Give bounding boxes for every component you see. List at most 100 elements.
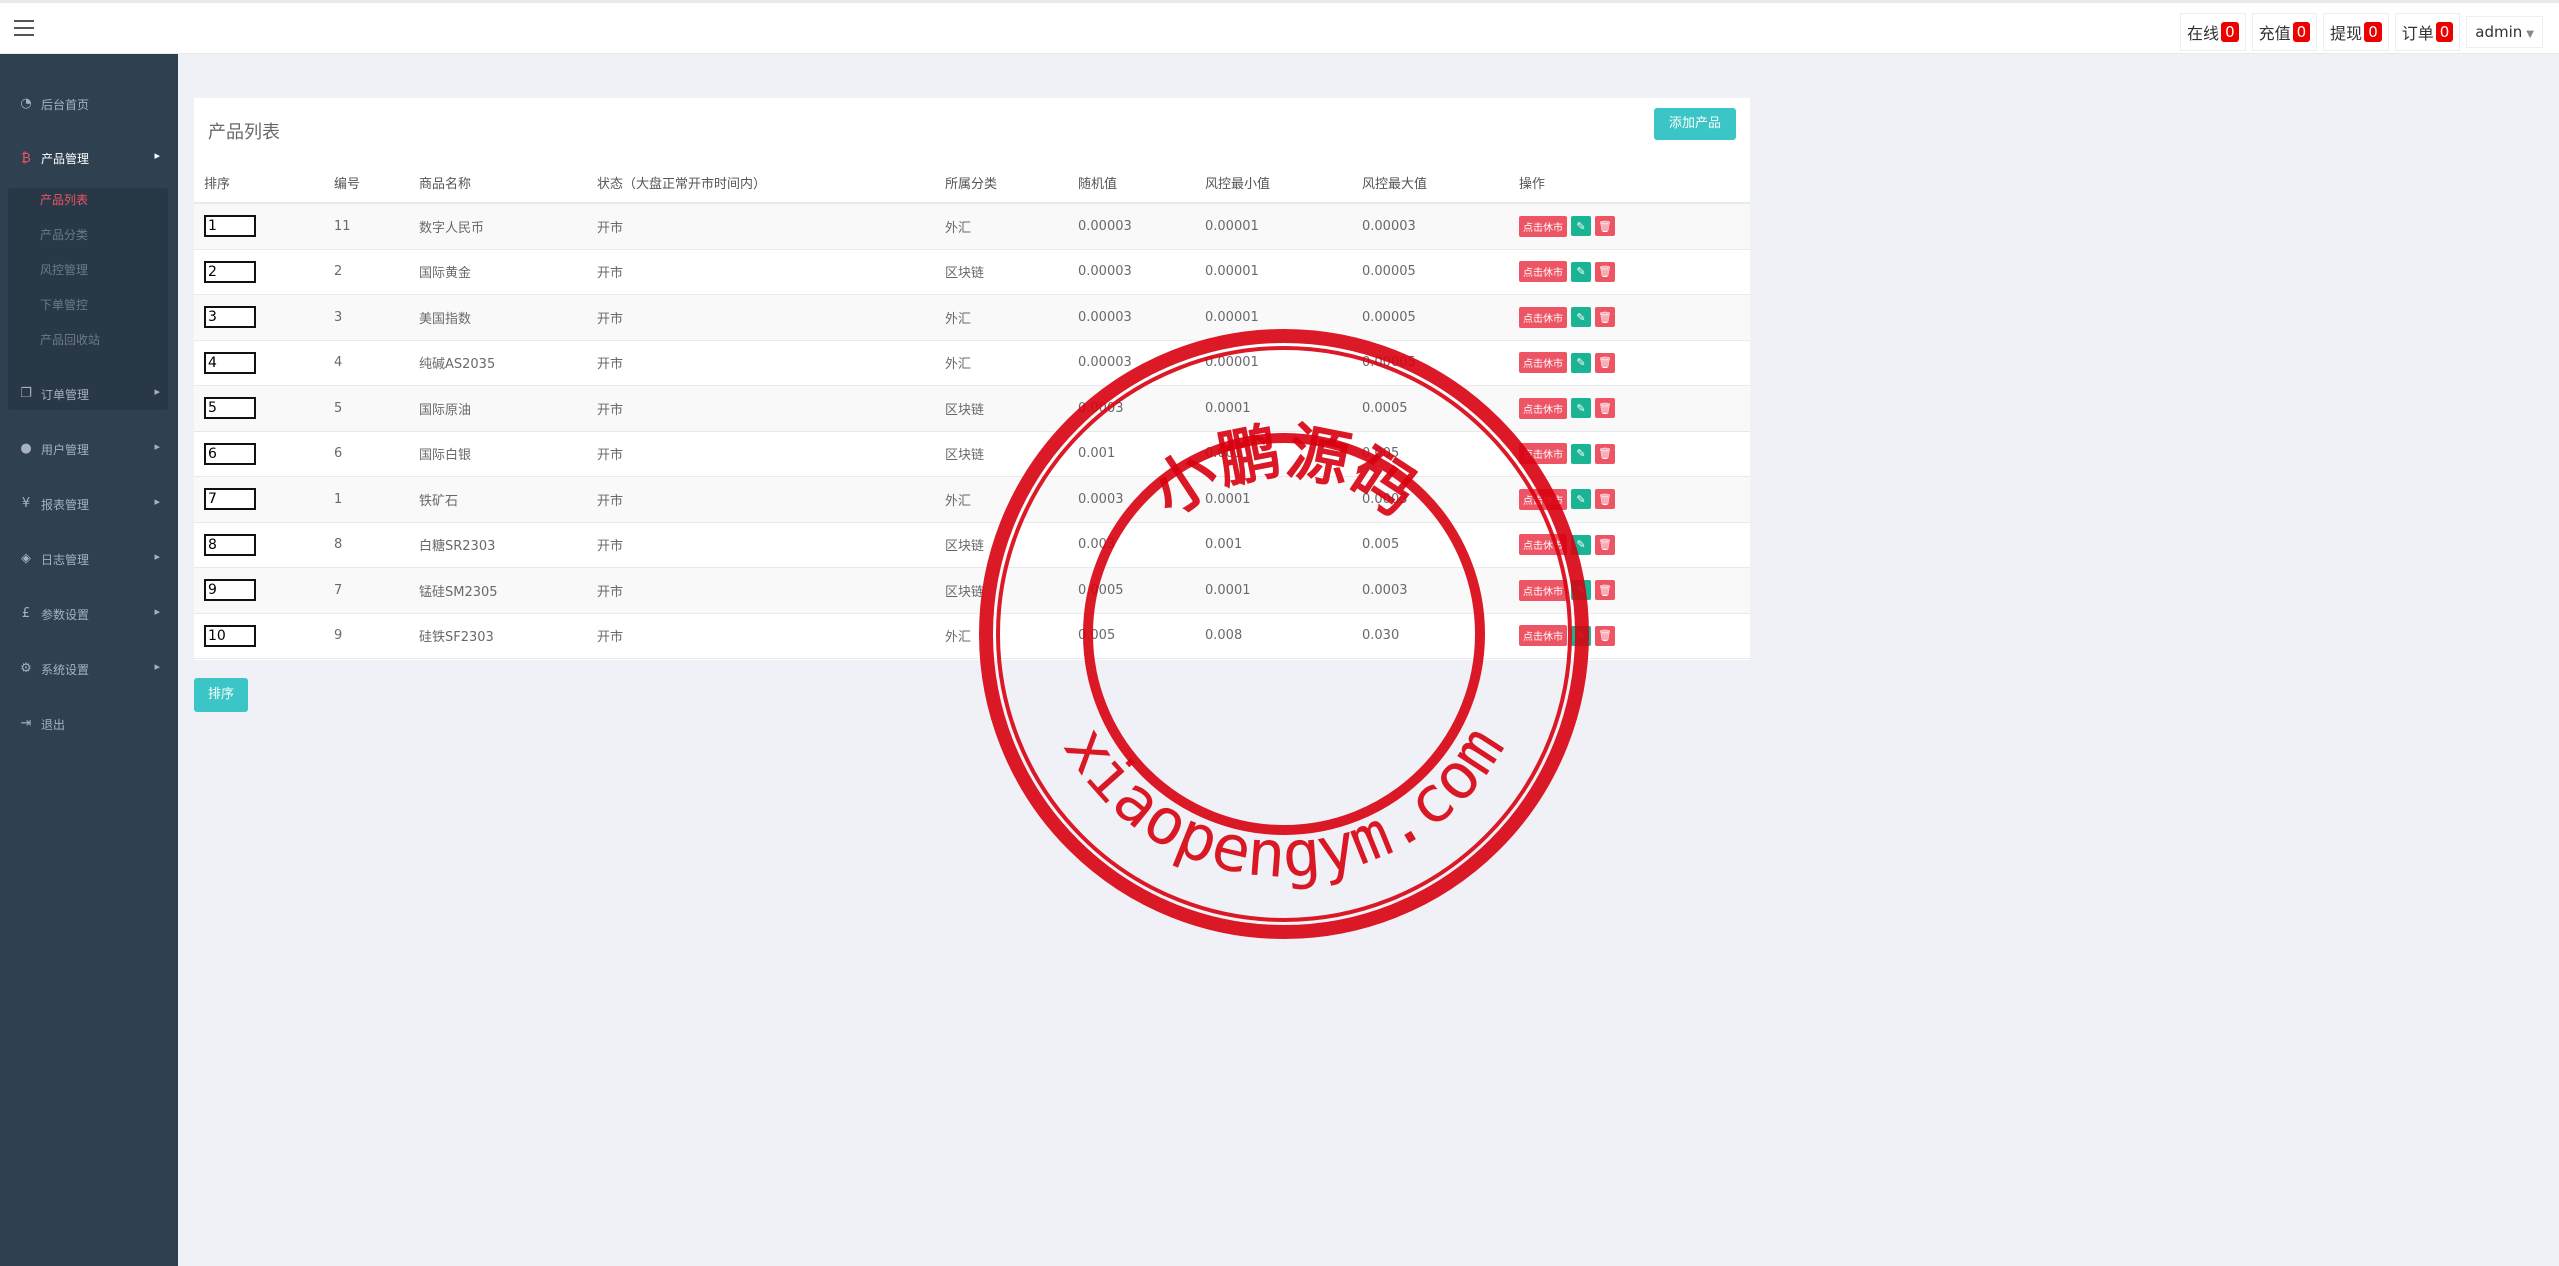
sub-item-recycle-bin[interactable]: 产品回收站	[40, 331, 100, 348]
edit-icon[interactable]: ✎	[1571, 261, 1591, 282]
sort-input[interactable]	[204, 579, 256, 602]
table-row: 6 国际白银 开市 区块链 0.001 0.001 0.005 点击休市✎🗑	[194, 431, 1750, 477]
category-cell: 外汇	[935, 476, 1068, 523]
row-actions: 点击休市 ✎ 🗑	[1519, 261, 1750, 283]
edit-icon[interactable]: ✎	[1571, 216, 1591, 237]
trash-icon[interactable]: 🗑	[1595, 489, 1615, 510]
sub-item-product-list[interactable]: 产品列表	[40, 191, 88, 208]
trash-icon[interactable]: 🗑	[1595, 534, 1615, 555]
stat-badge: 0	[2292, 22, 2311, 42]
order-stat[interactable]: 订单 0	[2394, 13, 2461, 51]
row-actions: 点击休市 ✎ 🗑	[1519, 397, 1750, 419]
risk-max-cell: 0.00005	[1352, 294, 1509, 341]
trash-icon[interactable]: 🗑	[1595, 398, 1615, 419]
sidebar-item-products[interactable]: ₿ 产品管理 ▸	[0, 138, 178, 178]
category-cell: 区块链	[935, 431, 1068, 477]
edit-icon[interactable]: ✎	[1571, 625, 1591, 646]
random-cell: 0.00003	[1068, 294, 1195, 341]
risk-max-cell: 0.00003	[1352, 203, 1509, 250]
close-market-button[interactable]: 点击休市	[1519, 306, 1567, 328]
sort-input[interactable]	[204, 533, 256, 556]
withdraw-stat[interactable]: 提现 0	[2323, 13, 2389, 51]
sub-item-order-control[interactable]: 下单管控	[40, 296, 88, 313]
stamp-bottom-text: xiaopengym.com	[1049, 714, 1519, 893]
status-cell: 开市	[587, 613, 935, 659]
sort-input[interactable]	[204, 351, 256, 374]
close-market-button[interactable]: 点击休市	[1519, 443, 1567, 465]
table-row: 1 铁矿石 开市 外汇 0.0003 0.0001 0.0003 点击休市✎🗑	[194, 476, 1750, 523]
stat-badge: 0	[2221, 22, 2239, 42]
sidebar-item-label: 后台首页	[41, 98, 90, 112]
actions-cell: 点击休市 ✎ 🗑	[1509, 431, 1750, 477]
stat-label: 在线	[2187, 24, 2220, 43]
trash-icon[interactable]: 🗑	[1595, 443, 1615, 464]
trash-icon[interactable]: 🗑	[1595, 625, 1615, 646]
sort-input[interactable]	[204, 488, 256, 511]
stat-badge: 0	[2364, 22, 2382, 42]
actions-cell: 点击休市 ✎ 🗑	[1509, 294, 1750, 341]
edit-icon[interactable]: ✎	[1571, 307, 1591, 328]
edit-icon[interactable]: ✎	[1571, 398, 1591, 419]
edit-icon[interactable]: ✎	[1571, 580, 1591, 601]
edit-icon[interactable]: ✎	[1571, 443, 1591, 464]
chevron-right-icon: ▸	[154, 495, 160, 508]
trash-icon[interactable]: 🗑	[1595, 307, 1615, 328]
category-cell: 区块链	[935, 522, 1068, 568]
menu-toggle-icon[interactable]	[14, 20, 34, 36]
online-stat[interactable]: 在线 0	[2180, 13, 2246, 51]
trash-icon[interactable]: 🗑	[1595, 261, 1615, 282]
close-market-button[interactable]: 点击休市	[1519, 534, 1567, 556]
name-cell: 硅铁SF2303	[409, 613, 587, 659]
random-cell: 0.005	[1068, 613, 1195, 659]
sort-input[interactable]	[204, 260, 256, 283]
row-actions: 点击休市 ✎ 🗑	[1519, 534, 1750, 556]
sort-input[interactable]	[204, 442, 256, 465]
close-market-button[interactable]: 点击休市	[1519, 352, 1567, 374]
table-row: 3 美国指数 开市 外汇 0.00003 0.00001 0.00005 点击休…	[194, 294, 1750, 341]
status-cell: 开市	[587, 340, 935, 386]
sidebar-item-orders[interactable]: ❐ 订单管理 ▸	[0, 374, 178, 414]
sidebar-item-logs[interactable]: ◈ 日志管理 ▸	[0, 539, 178, 579]
edit-icon[interactable]: ✎	[1571, 352, 1591, 373]
sort-cell	[194, 203, 324, 250]
col-sort: 排序	[194, 162, 324, 204]
sidebar-item-users[interactable]: ● 用户管理 ▸	[0, 429, 178, 469]
close-market-button[interactable]: 点击休市	[1519, 261, 1567, 283]
edit-icon[interactable]: ✎	[1571, 489, 1591, 510]
chevron-right-icon: ▸	[154, 605, 160, 618]
sort-button[interactable]: 排序	[194, 678, 248, 712]
trash-icon[interactable]: 🗑	[1595, 352, 1615, 373]
id-cell: 7	[324, 567, 409, 614]
sort-input[interactable]	[204, 624, 256, 647]
sort-input[interactable]	[204, 306, 256, 329]
user-dropdown[interactable]: admin ▼	[2466, 16, 2543, 48]
sub-item-product-category[interactable]: 产品分类	[40, 226, 88, 243]
sort-cell	[194, 340, 324, 386]
close-market-button[interactable]: 点击休市	[1519, 625, 1567, 647]
close-market-button[interactable]: 点击休市	[1519, 397, 1567, 419]
sidebar-item-label: 系统设置	[41, 663, 90, 677]
sort-input[interactable]	[204, 397, 256, 420]
close-market-button[interactable]: 点击休市	[1519, 215, 1567, 237]
recharge-stat[interactable]: 充值 0	[2251, 13, 2318, 51]
sub-item-risk-control[interactable]: 风控管理	[40, 261, 88, 278]
status-cell: 开市	[587, 431, 935, 477]
sort-cell	[194, 522, 324, 568]
close-market-button[interactable]: 点击休市	[1519, 579, 1567, 601]
edit-icon[interactable]: ✎	[1571, 534, 1591, 555]
sidebar-item-dashboard[interactable]: ◔ 后台首页	[0, 84, 178, 124]
sort-input[interactable]	[204, 215, 256, 238]
sidebar-item-logout[interactable]: ⇥ 退出	[0, 704, 178, 744]
sidebar-item-system[interactable]: ⚙ 系统设置 ▸	[0, 649, 178, 689]
trash-icon[interactable]: 🗑	[1595, 216, 1615, 237]
sort-cell	[194, 294, 324, 341]
trash-icon[interactable]: 🗑	[1595, 580, 1615, 601]
add-product-button[interactable]: 添加产品	[1654, 108, 1736, 140]
row-actions: 点击休市 ✎ 🗑	[1519, 579, 1750, 601]
sidebar-item-reports[interactable]: ¥ 报表管理 ▸	[0, 484, 178, 524]
pound-icon: £	[21, 606, 31, 621]
close-market-button[interactable]: 点击休市	[1519, 488, 1567, 510]
sidebar-item-params[interactable]: £ 参数设置 ▸	[0, 594, 178, 634]
sort-cell	[194, 567, 324, 614]
id-cell: 1	[324, 476, 409, 523]
